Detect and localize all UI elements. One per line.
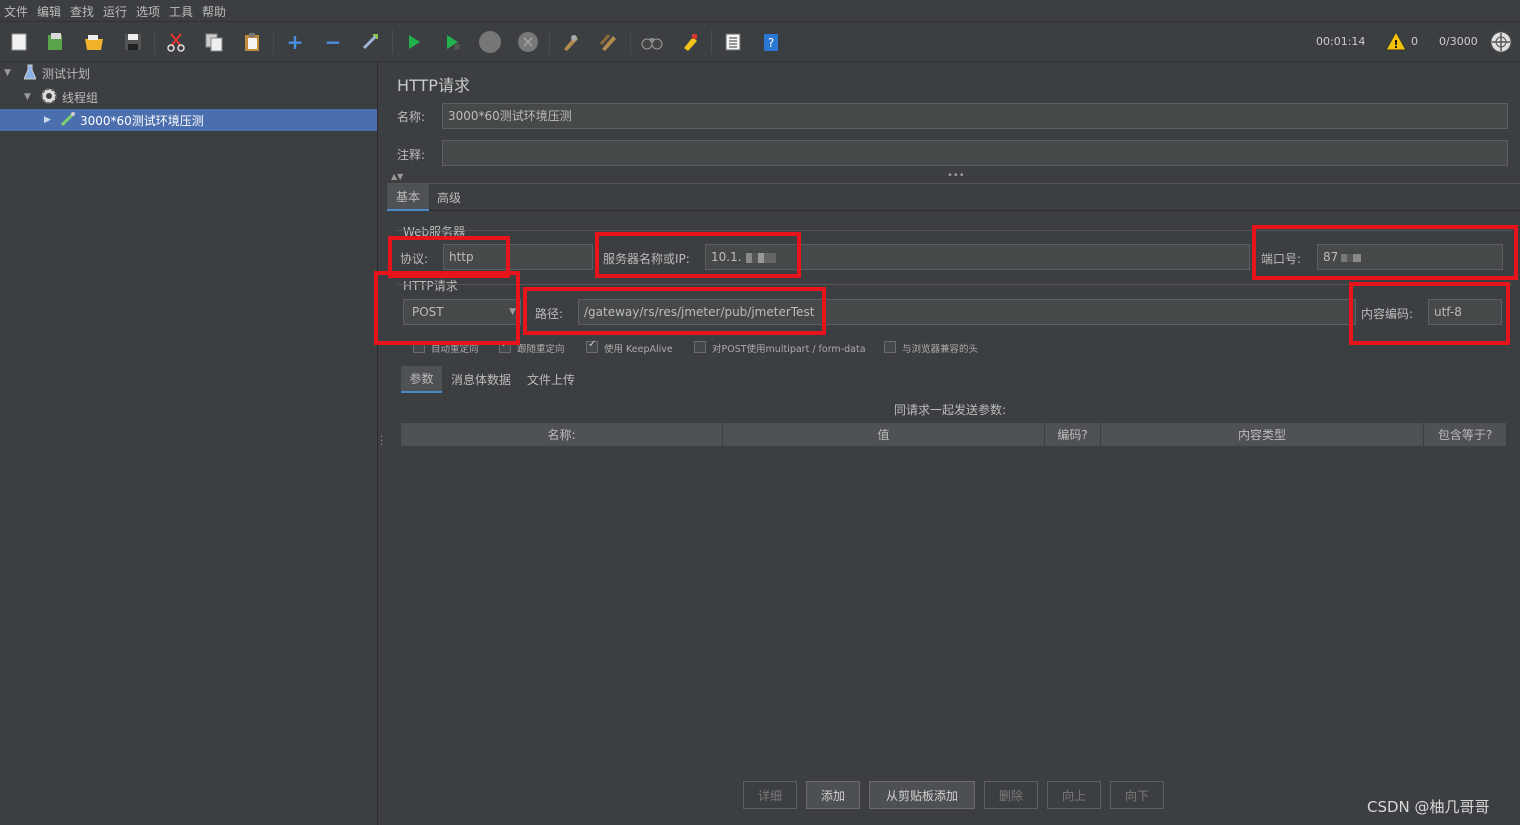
test-plan-tree: ▼ 测试计划 ▼ 线程组 ▶ 3000*60测试环境压测	[0, 62, 377, 825]
menu-help[interactable]: 帮助	[202, 3, 226, 20]
toolbar-separator	[154, 30, 155, 54]
chevron-down-icon[interactable]: ▼	[24, 92, 38, 102]
toolbar-separator	[392, 30, 393, 54]
checkbox-keepalive[interactable]	[586, 339, 598, 353]
toolbar-separator	[273, 30, 274, 54]
collapse-arrows-icon[interactable]: ▲▼	[391, 172, 403, 181]
pipette-icon	[60, 111, 76, 130]
elapsed-time: 00:01:14	[1316, 35, 1366, 48]
start-icon[interactable]	[402, 30, 426, 54]
menu-bar: 文件 编辑 查找 运行 选项 工具 帮助	[0, 0, 1520, 22]
group-border	[397, 284, 1512, 285]
checkbox-browser-headers[interactable]	[884, 341, 896, 353]
new-icon[interactable]	[7, 30, 31, 54]
function-helper-icon[interactable]	[721, 30, 745, 54]
remote-globe-icon[interactable]	[1490, 31, 1512, 56]
highlight-box-path	[523, 287, 826, 335]
save-icon[interactable]	[121, 30, 145, 54]
detail-button[interactable]: 详细	[743, 781, 797, 809]
open-icon[interactable]	[82, 30, 106, 54]
tab-body-data[interactable]: 消息体数据	[446, 366, 516, 393]
tree-item-test-plan[interactable]: ▼ 测试计划	[0, 62, 377, 84]
gear-icon	[40, 87, 58, 108]
add-button[interactable]: 添加	[806, 781, 860, 809]
toolbar: + − ? 00:01:14 ! 0 0/3000	[0, 22, 1520, 62]
chevron-right-icon[interactable]: ▶	[44, 115, 58, 125]
splitter-handle-icon[interactable]: · · ·	[380, 433, 383, 451]
menu-run[interactable]: 运行	[103, 3, 127, 20]
delete-button[interactable]: 删除	[984, 781, 1038, 809]
expand-icon[interactable]: +	[283, 30, 307, 54]
toolbar-separator	[549, 30, 550, 54]
warning-icon[interactable]: !	[1385, 30, 1407, 54]
clear-icon[interactable]	[559, 30, 583, 54]
clear-all-icon[interactable]	[597, 30, 621, 54]
tab-basic[interactable]: 基本	[387, 184, 429, 211]
thread-count: 0/3000	[1439, 35, 1478, 48]
menu-file[interactable]: 文件	[4, 3, 28, 20]
http-request-panel: HTTP请求 名称: 3000*60测试环境压测 注释: ▲▼ ••• 基本 高…	[387, 62, 1520, 825]
comment-field[interactable]	[442, 140, 1508, 166]
checkbox-label: 跟随重定向	[517, 344, 565, 355]
column-header-content-type[interactable]: 内容类型	[1101, 423, 1424, 446]
highlight-box-server	[595, 232, 801, 278]
cut-icon[interactable]	[164, 30, 188, 54]
tree-item-label: 3000*60测试环境压测	[80, 113, 204, 128]
tree-item-thread-group[interactable]: ▼ 线程组	[0, 86, 377, 108]
tab-file-upload[interactable]: 文件上传	[521, 366, 581, 393]
toggle-icon[interactable]	[359, 30, 383, 54]
reset-search-icon[interactable]	[678, 30, 702, 54]
add-from-clipboard-button[interactable]: 从剪贴板添加	[869, 781, 975, 809]
shutdown-icon[interactable]	[516, 30, 540, 54]
menu-options[interactable]: 选项	[136, 3, 160, 20]
move-up-button[interactable]: 向上	[1047, 781, 1101, 809]
chevron-down-icon[interactable]: ▼	[4, 68, 18, 78]
checkbox-label: 对POST使用multipart / form-data	[712, 344, 866, 355]
options-row: 自动重定向 跟随重定向 使用 KeepAlive 对POST使用multipar…	[413, 339, 1513, 355]
name-label: 名称:	[397, 110, 426, 124]
page-title: HTTP请求	[397, 76, 470, 95]
column-header-encode[interactable]: 编码?	[1045, 423, 1101, 446]
params-caption: 同请求一起发送参数:	[893, 403, 1007, 417]
tree-item-label: 测试计划	[42, 66, 91, 81]
highlight-box-encoding	[1349, 282, 1510, 345]
menu-edit[interactable]: 编辑	[37, 3, 61, 20]
params-table-header: 名称: 值 编码? 内容类型 包含等于?	[401, 423, 1506, 446]
column-header-include-equals[interactable]: 包含等于?	[1424, 423, 1506, 446]
tab-parameters[interactable]: 参数	[401, 366, 442, 393]
help-icon[interactable]: ?	[759, 30, 783, 54]
menu-tools[interactable]: 工具	[169, 3, 193, 20]
menu-search[interactable]: 查找	[70, 3, 94, 20]
panel-splitter[interactable]: · · ·	[377, 62, 387, 825]
comment-label: 注释:	[397, 148, 426, 162]
name-field[interactable]: 3000*60测试环境压测	[442, 103, 1508, 129]
checkbox-multipart[interactable]	[694, 341, 706, 353]
tree-item-http-request[interactable]: ▶ 3000*60测试环境压测	[0, 109, 377, 131]
toolbar-separator	[711, 30, 712, 54]
toolbar-separator	[630, 30, 631, 54]
checkbox-label: 使用 KeepAlive	[604, 344, 673, 355]
tab-bar	[387, 184, 1520, 211]
tree-item-label: 线程组	[62, 90, 99, 105]
move-down-button[interactable]: 向下	[1110, 781, 1164, 809]
column-header-name[interactable]: 名称:	[401, 423, 723, 446]
highlight-box-method	[374, 271, 520, 345]
start-no-pause-icon[interactable]	[440, 30, 464, 54]
warning-count: 0	[1411, 35, 1418, 48]
highlight-box-port	[1252, 225, 1518, 280]
collapse-icon[interactable]: −	[321, 30, 345, 54]
divider-grip-icon[interactable]: •••	[947, 170, 965, 181]
flask-icon	[23, 64, 37, 83]
templates-icon[interactable]	[44, 30, 68, 54]
column-header-value[interactable]: 值	[723, 423, 1045, 446]
search-icon[interactable]	[640, 30, 664, 54]
tab-advanced[interactable]: 高级	[429, 184, 469, 211]
stop-icon[interactable]	[478, 30, 502, 54]
paste-icon[interactable]	[240, 30, 264, 54]
watermark: CSDN @柚几哥哥	[1367, 798, 1490, 816]
svg-text:!: !	[1393, 38, 1398, 51]
copy-icon[interactable]	[202, 30, 226, 54]
svg-text:?: ?	[768, 36, 774, 50]
checkbox-label: 与浏览器兼容的头	[902, 344, 979, 355]
